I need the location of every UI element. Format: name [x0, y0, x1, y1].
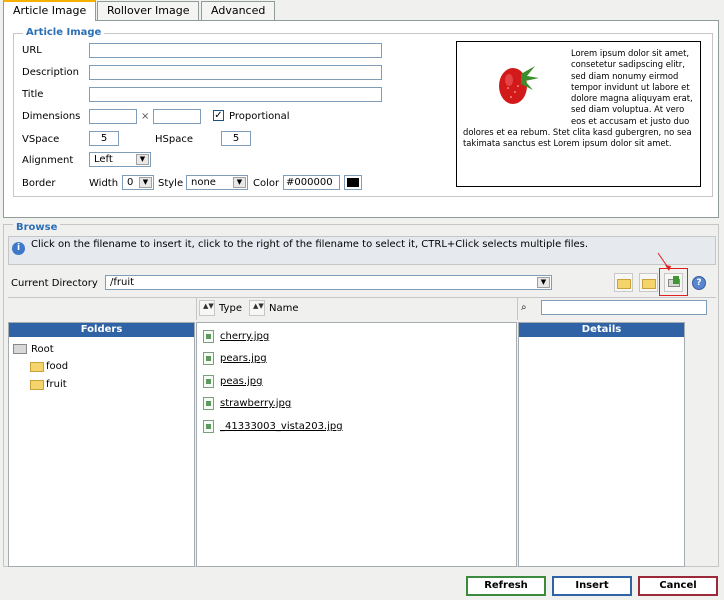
alignment-value: Left [94, 154, 113, 165]
border-width-label: Width [89, 178, 119, 189]
alignment-select[interactable]: Left ▼ [89, 152, 151, 167]
folder-up-button[interactable] [614, 273, 633, 292]
vspace-input[interactable]: 5 [89, 131, 119, 146]
image-file-icon [203, 330, 214, 343]
file-item[interactable]: cherry.jpg [220, 331, 269, 342]
info-icon: i [12, 242, 25, 255]
folders-header: Folders [9, 323, 194, 337]
height-input[interactable] [153, 109, 201, 124]
folder-up-icon [617, 279, 631, 289]
border-width-value: 0 [127, 177, 134, 188]
binoculars-icon: ⌕ [521, 302, 527, 313]
file-item[interactable]: pears.jpg [220, 353, 267, 364]
width-input[interactable] [89, 109, 137, 124]
border-style-select[interactable]: none ▼ [186, 175, 248, 190]
border-color-label: Color [253, 178, 280, 189]
image-preview: Lorem ipsum dolor sit amet, consetetur s… [456, 41, 701, 187]
folder-item-root[interactable]: Root [31, 344, 54, 356]
annotation-arrow [657, 252, 671, 271]
file-item[interactable]: strawberry.jpg [220, 398, 291, 409]
info-bar: i Click on the filename to insert it, cl… [8, 236, 716, 265]
details-pane [518, 322, 685, 567]
border-width-select[interactable]: 0 ▼ [122, 175, 154, 190]
current-directory-value: /fruit [110, 277, 135, 288]
folder-icon [30, 362, 44, 372]
image-file-icon [203, 375, 214, 388]
file-item[interactable]: _41333003_vista203.jpg [220, 421, 343, 432]
proportional-checkbox[interactable]: ✓ [213, 110, 224, 121]
color-picker-button[interactable] [344, 175, 362, 190]
chevron-down-icon: ▼ [233, 177, 246, 188]
title-label: Title [22, 89, 44, 100]
sort-type-label[interactable]: Type [219, 303, 242, 315]
folder-icon [30, 380, 44, 390]
tab-rollover-image[interactable]: Rollover Image [97, 1, 200, 21]
current-directory-label: Current Directory [11, 278, 98, 289]
border-color-input[interactable]: #000000 [283, 175, 340, 190]
current-directory-select[interactable]: /fruit ▼ [105, 275, 552, 290]
folders-pane [8, 322, 195, 567]
tab-advanced[interactable]: Advanced [201, 1, 276, 21]
sort-icon: ▲▼ [253, 302, 264, 310]
vspace-label: VSpace [22, 134, 60, 145]
image-file-icon [203, 420, 214, 433]
root-drive-icon [13, 344, 27, 354]
browse-legend: Browse [13, 222, 61, 234]
new-folder-button[interactable] [639, 273, 658, 292]
url-label: URL [22, 45, 42, 56]
upload-arrow-icon [673, 276, 679, 284]
info-text: Click on the filename to insert it, clic… [31, 239, 589, 250]
chevron-down-icon: ▼ [136, 154, 149, 165]
border-style-label: Style [158, 178, 184, 189]
sort-name-button[interactable]: ▲▼ [249, 300, 265, 316]
upload-button[interactable] [664, 273, 683, 292]
strawberry-image [463, 48, 567, 118]
file-item[interactable]: peas.jpg [220, 376, 263, 387]
alignment-label: Alignment [22, 155, 74, 166]
sort-type-button[interactable]: ▲▼ [199, 300, 215, 316]
help-icon[interactable]: ? [692, 276, 706, 290]
times-symbol: × [141, 111, 150, 122]
description-input[interactable] [89, 65, 382, 80]
details-header: Details [519, 323, 684, 337]
tab-article-image[interactable]: Article Image [3, 0, 97, 21]
border-style-value: none [191, 177, 216, 188]
url-input[interactable] [89, 43, 382, 58]
proportional-label: Proportional [229, 111, 290, 122]
description-label: Description [22, 67, 79, 78]
image-file-icon [203, 352, 214, 365]
chevron-down-icon: ▼ [139, 177, 152, 188]
cancel-button[interactable]: Cancel [638, 576, 718, 596]
title-input[interactable] [89, 87, 382, 102]
hspace-label: HSpace [155, 134, 193, 145]
hspace-input[interactable]: 5 [221, 131, 251, 146]
new-folder-icon [642, 279, 656, 289]
refresh-button[interactable]: Refresh [466, 576, 546, 596]
image-file-icon [203, 397, 214, 410]
sort-icon: ▲▼ [203, 302, 214, 310]
folder-item-fruit[interactable]: fruit [46, 379, 67, 391]
article-image-legend: Article Image [23, 27, 105, 39]
border-label: Border [22, 178, 56, 189]
color-swatch [347, 178, 359, 187]
dimensions-label: Dimensions [22, 111, 81, 122]
chevron-down-icon: ▼ [537, 277, 550, 288]
insert-button[interactable]: Insert [552, 576, 632, 596]
search-input[interactable] [541, 300, 707, 315]
files-toolbar [196, 298, 518, 320]
sort-name-label[interactable]: Name [269, 303, 299, 315]
folder-item-food[interactable]: food [46, 361, 68, 373]
